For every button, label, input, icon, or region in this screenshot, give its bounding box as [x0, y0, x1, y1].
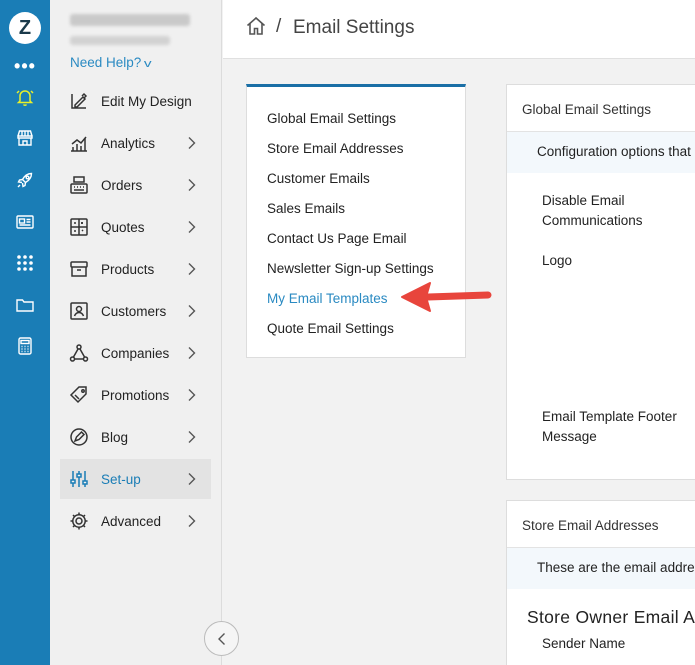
nav-item-edit-my-design[interactable]: Edit My Design	[60, 81, 211, 121]
chevron-right-icon	[187, 304, 201, 318]
chevron-right-icon	[187, 472, 201, 486]
page-title: Email Settings	[293, 17, 415, 38]
menu-item-customer-emails[interactable]: Customer Emails	[267, 171, 370, 186]
chevron-right-icon	[187, 178, 201, 192]
grid-icon[interactable]	[15, 253, 35, 273]
nav-item-advanced[interactable]: Advanced	[60, 501, 211, 541]
icon-rail: Z •••	[0, 0, 50, 665]
nav-item-label: Promotions	[101, 387, 170, 403]
chevron-right-icon	[187, 346, 201, 360]
pen-icon	[68, 426, 90, 448]
customer-icon	[68, 300, 90, 322]
nav-item-label: Analytics	[101, 135, 156, 151]
sliders-icon	[68, 468, 90, 490]
network-icon	[68, 342, 90, 364]
disable-email-label: Disable Email Communications	[542, 193, 643, 228]
sender-name-label: Sender Name	[542, 636, 626, 651]
store-version	[70, 36, 170, 45]
panel-description: These are the email addre	[537, 560, 695, 575]
nav-item-label: Customers	[101, 303, 167, 319]
box-icon	[68, 258, 90, 280]
store-name	[70, 14, 190, 26]
chevron-right-icon	[187, 388, 201, 402]
chevron-right-icon	[187, 514, 201, 528]
menu-item-contact-us-page-email[interactable]: Contact Us Page Email	[267, 231, 407, 246]
app-logo[interactable]: Z	[9, 12, 41, 44]
rocket-icon[interactable]	[15, 170, 35, 190]
chevron-left-icon	[218, 633, 225, 645]
nav-item-companies[interactable]: Companies	[60, 333, 211, 373]
need-help-link[interactable]: Need Help? v	[70, 55, 152, 70]
nav-item-label: Products	[101, 261, 155, 277]
quotes-icon	[68, 216, 90, 238]
calculator-icon[interactable]	[15, 336, 35, 356]
store-icon[interactable]	[15, 128, 35, 148]
footer-message-label: Email Template Footer Message	[542, 409, 677, 444]
news-icon[interactable]	[15, 212, 35, 232]
register-icon	[68, 174, 90, 196]
chevron-right-icon	[187, 430, 201, 444]
more-icon[interactable]: •••	[0, 57, 50, 75]
nav-item-products[interactable]: Products	[60, 249, 211, 289]
global-email-settings-panel: Global Email Settings Configuration opti…	[506, 84, 695, 480]
menu-item-quote-email-settings[interactable]: Quote Email Settings	[267, 321, 394, 336]
chevron-right-icon	[187, 136, 201, 150]
page-header: / Email Settings	[223, 0, 695, 59]
panel-description-band: These are the email addre	[507, 547, 695, 589]
nav-item-promotions[interactable]: Promotions	[60, 375, 211, 415]
chevron-right-icon	[187, 262, 201, 276]
brush-icon	[68, 90, 90, 112]
panel-title: Global Email Settings	[522, 102, 652, 117]
collapse-sidebar-button[interactable]	[204, 621, 239, 656]
nav-item-blog[interactable]: Blog	[60, 417, 211, 457]
chevron-right-icon	[187, 220, 201, 234]
nav-item-label: Companies	[101, 345, 170, 361]
menu-item-newsletter-signup-settings[interactable]: Newsletter Sign-up Settings	[267, 261, 434, 276]
section-title: Store Owner Email A	[527, 607, 695, 627]
folder-icon[interactable]	[15, 295, 35, 315]
chevron-down-icon: v	[144, 58, 152, 70]
nav-item-customers[interactable]: Customers	[60, 291, 211, 331]
nav-item-quotes[interactable]: Quotes	[60, 207, 211, 247]
menu-item-store-email-addresses[interactable]: Store Email Addresses	[267, 141, 404, 156]
tag-icon	[68, 384, 90, 406]
nav-item-label: Blog	[101, 429, 129, 445]
bell-icon[interactable]	[15, 87, 35, 107]
menu-item-sales-emails[interactable]: Sales Emails	[267, 201, 345, 216]
store-email-addresses-panel: Store Email Addresses These are the emai…	[506, 500, 695, 665]
panel-title: Store Email Addresses	[522, 518, 659, 533]
nav-item-orders[interactable]: Orders	[60, 165, 211, 205]
home-icon[interactable]	[245, 15, 267, 37]
nav-item-label: Set-up	[101, 471, 141, 487]
nav-item-label: Quotes	[101, 219, 145, 235]
nav-item-label: Advanced	[101, 513, 162, 529]
nav-item-label: Edit My Design	[101, 93, 192, 109]
annotation-arrow	[398, 280, 493, 316]
menu-item-global-email-settings[interactable]: Global Email Settings	[267, 111, 396, 126]
panel-description-band: Configuration options that	[507, 131, 695, 173]
email-settings-menu: Global Email Settings Store Email Addres…	[246, 84, 466, 358]
nav-item-set-up[interactable]: Set-up	[60, 459, 211, 499]
panel-description: Configuration options that	[537, 144, 691, 159]
logo-label: Logo	[542, 253, 573, 268]
nav-item-analytics[interactable]: Analytics	[60, 123, 211, 163]
bar-chart-icon	[68, 132, 90, 154]
menu-item-my-email-templates[interactable]: My Email Templates	[267, 291, 388, 306]
gear-icon	[68, 510, 90, 532]
breadcrumb-separator: /	[276, 16, 282, 37]
nav-item-label: Orders	[101, 177, 143, 193]
